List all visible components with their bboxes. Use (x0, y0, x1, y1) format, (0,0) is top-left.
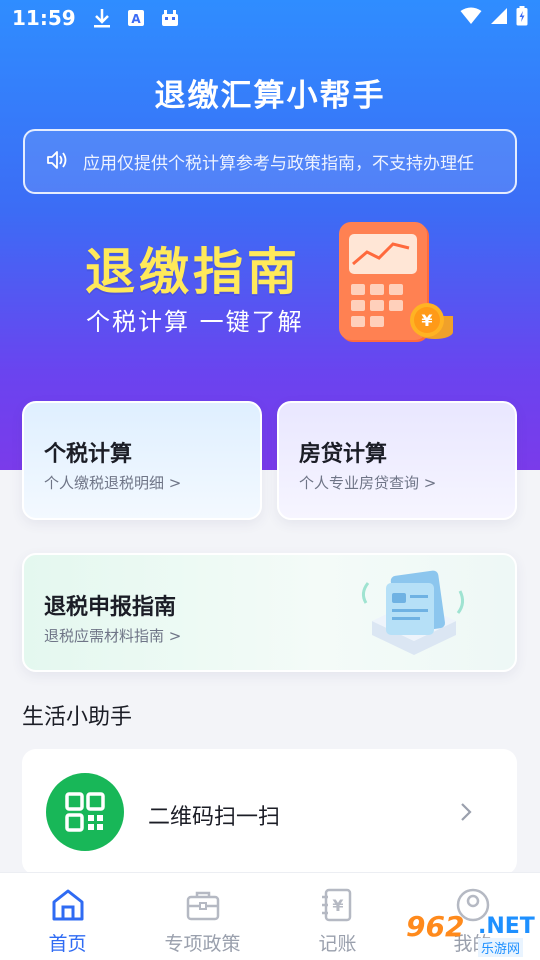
loan-calc-card[interactable]: 房贷计算 个人专业房贷查询 > (277, 401, 517, 520)
notice-text: 应用仅提供个税计算参考与政策指南，不支持办理任 (83, 154, 474, 174)
tab-label: 首页 (48, 933, 87, 955)
wifi-icon (460, 7, 482, 29)
watermark-net: .NET (478, 914, 535, 939)
section-title-helper: 生活小助手 (22, 705, 133, 730)
tax-calc-card[interactable]: 个税计算 个人缴税退税明细 > (22, 401, 262, 520)
watermark-number: 962 (406, 910, 465, 943)
svg-text:A: A (131, 12, 141, 26)
speaker-icon (45, 149, 69, 175)
tax-calc-subtitle: 个人缴税退税明细 > (44, 474, 182, 492)
tab-ledger[interactable]: ¥ 记账 (270, 873, 405, 960)
banner-subtitle: 个税计算 一键了解 (86, 308, 304, 336)
status-time: 11:59 (12, 6, 76, 30)
app-title: 退缴汇算小帮手 (154, 78, 386, 114)
refund-guide-subtitle: 退税应需材料指南 > (44, 627, 182, 645)
calculator-illustration: ¥ (339, 222, 453, 342)
loan-calc-subtitle: 个人专业房贷查询 > (299, 474, 437, 492)
tax-calc-title: 个税计算 (44, 442, 133, 467)
banner-title: 退缴指南 (85, 243, 301, 301)
ledger-icon: ¥ (321, 888, 351, 922)
signal-icon (490, 7, 508, 29)
font-app-icon: A (126, 8, 146, 28)
qr-code-icon (46, 773, 124, 851)
tab-label: 专项政策 (164, 933, 241, 955)
tab-label: 记账 (318, 933, 357, 955)
tab-policy[interactable]: 专项政策 (135, 873, 270, 960)
document-illustration (361, 570, 465, 655)
status-bar: 11:59 A (0, 0, 540, 36)
svg-text:¥: ¥ (332, 896, 343, 915)
qr-scan-label: 二维码扫一扫 (148, 805, 281, 830)
loan-calc-title: 房贷计算 (299, 442, 388, 467)
chevron-right-icon (461, 803, 472, 821)
home-icon (52, 889, 83, 921)
tab-home[interactable]: 首页 (0, 873, 135, 960)
refund-guide-card[interactable]: 退税申报指南 退税应需材料指南 > (22, 553, 517, 672)
watermark-logo: 962 .NET 乐游网 (400, 910, 535, 958)
battery-icon (516, 6, 528, 30)
download-icon (92, 8, 112, 28)
watermark-site: 乐游网 (478, 938, 524, 957)
notice-bar[interactable]: 应用仅提供个税计算参考与政策指南，不支持办理任 (23, 129, 517, 194)
android-icon (160, 8, 180, 28)
refund-guide-title: 退税申报指南 (44, 595, 177, 620)
svg-text:¥: ¥ (421, 311, 432, 330)
briefcase-icon (186, 891, 219, 921)
qr-scan-item[interactable]: 二维码扫一扫 (22, 749, 517, 875)
